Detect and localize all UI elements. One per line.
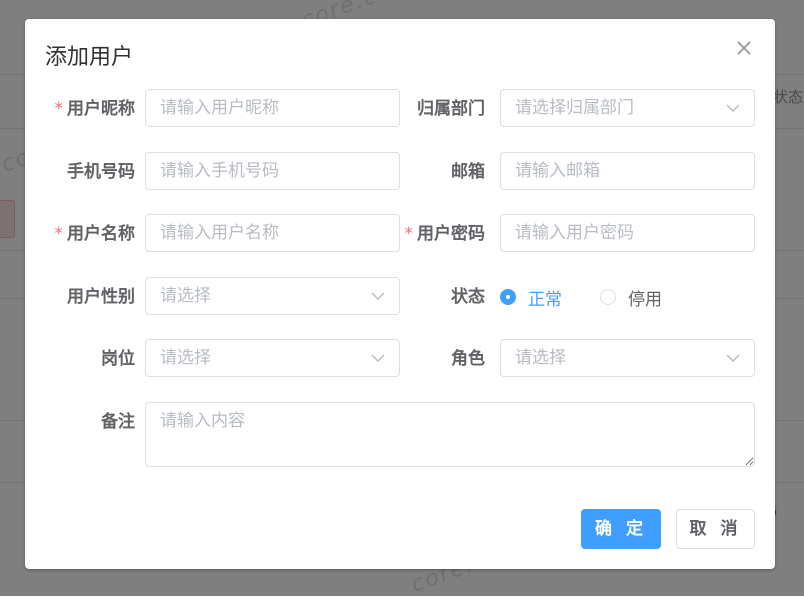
role-select[interactable]: 请选择 <box>500 339 755 377</box>
post-select-placeholder: 请选择 <box>160 348 211 368</box>
nickname-input[interactable] <box>146 90 399 126</box>
email-input[interactable] <box>501 153 754 189</box>
close-icon <box>737 41 751 55</box>
gender-label: 用户性别 <box>67 287 135 307</box>
email-label: 邮箱 <box>451 162 485 182</box>
radio-label: 停用 <box>628 289 662 310</box>
dept-label: 归属部门 <box>417 99 485 119</box>
radio-label: 正常 <box>528 289 562 310</box>
nickname-label: * 用户昵称 <box>54 99 136 119</box>
password-input[interactable] <box>501 215 754 251</box>
remark-field[interactable] <box>145 402 755 467</box>
email-field[interactable] <box>500 152 755 190</box>
post-label: 岗位 <box>101 349 135 369</box>
username-field[interactable] <box>145 214 400 252</box>
close-button[interactable] <box>733 37 755 59</box>
required-mark: * <box>54 224 64 244</box>
phone-field[interactable] <box>145 152 400 190</box>
remark-textarea[interactable] <box>146 403 754 466</box>
password-field[interactable] <box>500 214 755 252</box>
dept-select[interactable]: 请选择归属部门 <box>500 89 755 127</box>
required-mark: * <box>404 224 414 244</box>
radio-unchecked-icon <box>600 289 616 305</box>
status-radio-normal[interactable]: 正常 <box>500 277 562 317</box>
required-mark: * <box>54 99 64 119</box>
cancel-button[interactable]: 取 消 <box>676 509 755 549</box>
role-select-placeholder: 请选择 <box>515 348 566 368</box>
gender-select[interactable]: 请选择 <box>145 277 400 315</box>
dept-select-placeholder: 请选择归属部门 <box>515 98 634 118</box>
post-select[interactable]: 请选择 <box>145 339 400 377</box>
add-user-dialog: 添加用户 *用户昵称 归属部门 请选择归属部门 手机号码 邮箱 *用户名称 *用… <box>25 19 775 569</box>
password-label: * 用户密码 <box>404 224 486 244</box>
phone-label: 手机号码 <box>67 162 135 182</box>
nickname-field[interactable] <box>145 89 400 127</box>
role-label: 角色 <box>451 349 485 369</box>
chevron-down-icon <box>726 104 740 112</box>
radio-checked-icon <box>500 289 516 305</box>
confirm-button[interactable]: 确 定 <box>581 509 661 549</box>
status-radio-disabled[interactable]: 停用 <box>600 277 662 317</box>
status-label: 状态 <box>451 287 485 307</box>
dialog-title: 添加用户 <box>45 45 134 70</box>
username-input[interactable] <box>146 215 399 251</box>
phone-input[interactable] <box>146 153 399 189</box>
gender-select-placeholder: 请选择 <box>160 286 211 306</box>
username-label: * 用户名称 <box>54 224 136 244</box>
remark-label: 备注 <box>101 412 135 432</box>
chevron-down-icon <box>726 354 740 362</box>
